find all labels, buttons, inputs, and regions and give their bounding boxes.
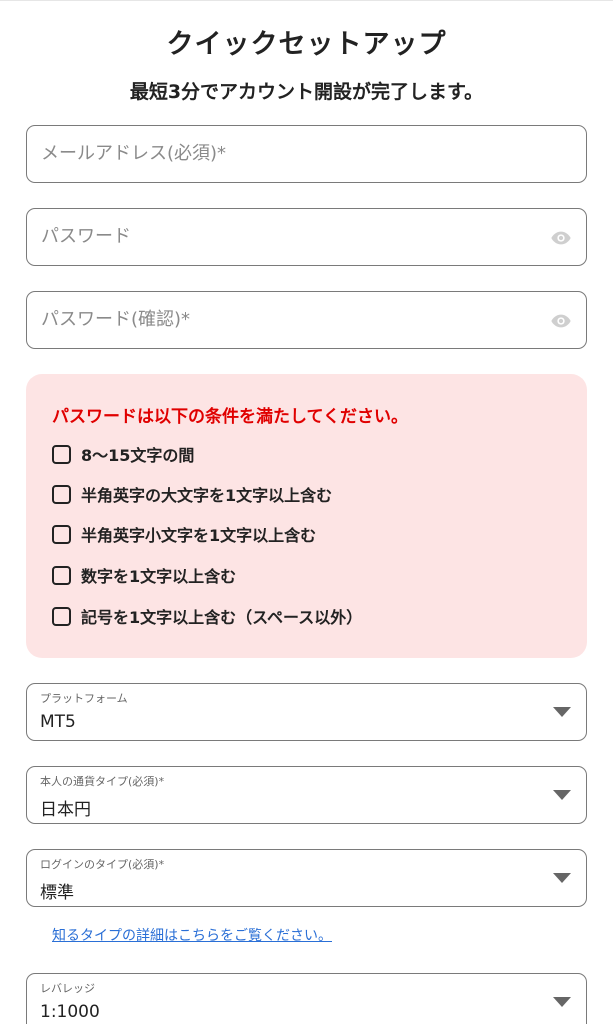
currency-select[interactable]: 本人の通貨タイプ(必須)* 日本円 — [26, 766, 587, 824]
email-field[interactable]: メールアドレス(必須)* — [26, 125, 587, 183]
password-confirm-field[interactable]: パスワード(確認)* — [26, 291, 587, 349]
leverage-select-label: レバレッジ — [40, 982, 95, 995]
requirement-uppercase: 半角英字の大文字を1文字以上含む — [52, 482, 332, 506]
requirement-symbol-checkbox — [52, 606, 71, 626]
chevron-down-icon — [553, 873, 571, 883]
platform-select-label: プラットフォーム — [40, 692, 128, 705]
currency-select-label: 本人の通貨タイプ(必須)* — [40, 775, 165, 788]
platform-select-value: MT5 — [40, 712, 76, 732]
requirement-lowercase: 半角英字小文字を1文字以上含む — [52, 522, 316, 546]
chevron-down-icon — [553, 997, 571, 1007]
page-subtitle: 最短3分でアカウント開設が完了します。 — [129, 81, 484, 103]
login-type-select-value: 標準 — [40, 883, 74, 903]
currency-select-value: 日本円 — [40, 800, 91, 820]
requirement-number: 数字を1文字以上含む — [52, 563, 236, 587]
platform-select[interactable]: プラットフォーム MT5 — [26, 683, 587, 741]
email-placeholder: メールアドレス(必須)* — [41, 143, 227, 164]
requirement-number-checkbox — [52, 565, 71, 585]
password-field[interactable]: パスワード — [26, 208, 587, 266]
chevron-down-icon — [553, 707, 571, 717]
password-confirm-placeholder: パスワード(確認)* — [41, 309, 191, 330]
requirement-lowercase-checkbox — [52, 524, 71, 544]
requirement-label: 数字を1文字以上含む — [81, 567, 237, 586]
requirement-label: 8〜15文字の間 — [81, 446, 195, 465]
requirements-title: パスワードは以下の条件を満たしてください。 — [52, 407, 408, 427]
quick-setup-page: クイックセットアップ 最短3分でアカウント開設が完了します。 メールアドレス(必… — [0, 0, 613, 1024]
chevron-down-icon — [553, 790, 571, 800]
type-details-link[interactable]: 知るタイプの詳細はこちらをご覧ください。 — [52, 925, 332, 945]
show-password-eye-icon[interactable] — [550, 227, 572, 249]
login-type-select-label: ログインのタイプ(必須)* — [40, 858, 165, 871]
password-requirements-box: パスワードは以下の条件を満たしてください。 8〜15文字の間 半角英字の大文字を… — [26, 374, 587, 658]
leverage-select[interactable]: レバレッジ 1:1000 — [26, 973, 587, 1024]
login-type-select[interactable]: ログインのタイプ(必須)* 標準 — [26, 849, 587, 907]
requirement-label: 記号を1文字以上含む（スペース以外） — [81, 608, 363, 627]
requirement-length-checkbox — [52, 444, 71, 464]
requirement-label: 半角英字の大文字を1文字以上含む — [81, 486, 333, 505]
top-divider — [0, 0, 613, 4]
requirement-uppercase-checkbox — [52, 484, 71, 504]
page-title: クイックセットアップ — [166, 29, 447, 60]
leverage-select-value: 1:1000 — [40, 1002, 100, 1022]
requirement-label: 半角英字小文字を1文字以上含む — [81, 526, 317, 545]
show-password-confirm-eye-icon[interactable] — [550, 310, 572, 332]
requirement-length: 8〜15文字の間 — [52, 442, 194, 466]
requirement-symbol: 記号を1文字以上含む（スペース以外） — [52, 604, 362, 628]
password-placeholder: パスワード — [41, 226, 131, 247]
